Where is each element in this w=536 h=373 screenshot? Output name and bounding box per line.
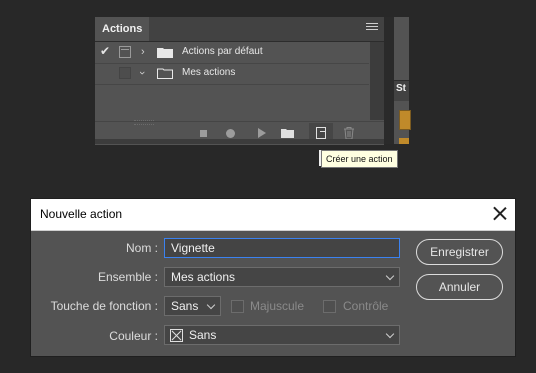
panel-resize-grip[interactable] [134, 120, 154, 125]
hamburger-icon[interactable] [366, 23, 378, 35]
play-icon[interactable] [254, 126, 268, 140]
style-swatch-icon[interactable] [399, 138, 409, 144]
record-button[interactable]: Enregistrer [416, 239, 503, 265]
trash-icon[interactable] [342, 126, 356, 140]
folder-icon [157, 48, 173, 58]
side-panel-tab-label: St [396, 83, 406, 94]
dialog-title-bar[interactable]: Nouvelle action [31, 199, 515, 231]
action-set-label: Mes actions [182, 67, 236, 78]
stop-icon[interactable] [197, 126, 211, 140]
checkmark-icon[interactable]: ✔ [100, 45, 112, 57]
action-set-label: Actions par défaut [182, 46, 263, 57]
control-checkbox[interactable] [323, 300, 336, 313]
chevron-down-icon [385, 271, 395, 281]
chevron-down-icon [385, 329, 395, 339]
chevron-right-icon[interactable]: › [141, 45, 145, 59]
cancel-button[interactable]: Annuler [416, 274, 503, 300]
panel-gap [384, 17, 394, 144]
function-key-label: Touche de fonction : [50, 299, 158, 313]
color-value: Sans [189, 328, 217, 342]
set-label: Ensemble : [97, 270, 158, 284]
panel-scrollbar[interactable] [370, 42, 384, 120]
check-toggle-box[interactable] [119, 67, 131, 79]
folder-open-icon [157, 68, 173, 79]
new-action-dialog: Nouvelle action Nom : Vignette Ensemble … [30, 198, 516, 357]
dialog-title: Nouvelle action [40, 207, 123, 221]
new-set-folder-icon[interactable] [281, 126, 295, 140]
style-swatch-icon[interactable] [399, 110, 411, 130]
control-label: Contrôle [343, 299, 389, 313]
dialog-toggle-icon[interactable] [119, 46, 131, 58]
name-value: Vignette [171, 241, 215, 255]
record-icon[interactable] [224, 126, 238, 140]
panel-bottom-edge [95, 139, 384, 144]
no-color-icon [170, 329, 183, 342]
action-set-row-default[interactable]: ✔ › Actions par défaut [95, 42, 369, 64]
tab-actions[interactable]: Actions [95, 17, 150, 41]
shift-checkbox[interactable] [231, 300, 244, 313]
close-icon[interactable] [493, 206, 507, 220]
name-input[interactable]: Vignette [164, 238, 400, 258]
color-label: Couleur : [109, 329, 158, 343]
function-key-value: Sans [171, 299, 199, 313]
action-set-row-mes-actions[interactable]: › Mes actions [95, 63, 369, 85]
function-key-select[interactable]: Sans [164, 296, 221, 316]
tooltip: Créer une action [321, 150, 398, 168]
panel-tab-bar: Actions [95, 17, 384, 42]
set-value: Mes actions [171, 270, 236, 284]
chevron-down-icon [206, 300, 216, 310]
set-select[interactable]: Mes actions [164, 267, 400, 287]
shift-label: Majuscule [250, 299, 305, 313]
color-select[interactable]: Sans [164, 325, 400, 345]
chevron-down-icon[interactable]: › [135, 71, 149, 75]
name-label: Nom : [125, 241, 158, 255]
